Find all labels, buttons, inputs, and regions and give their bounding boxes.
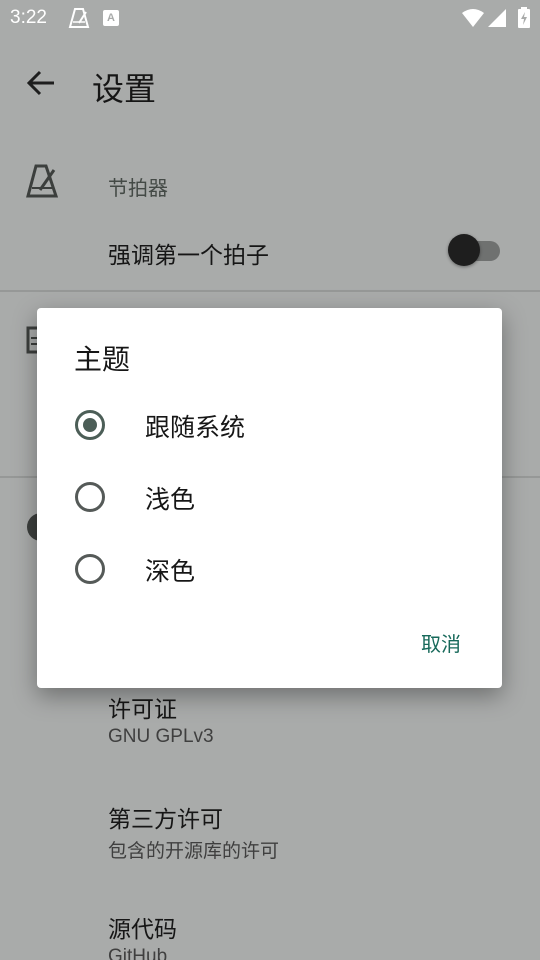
- radio-dot: [83, 418, 97, 432]
- pref-source-code[interactable]: 源代码 GitHub: [0, 908, 540, 960]
- accent-first-beat-switch[interactable]: [448, 234, 500, 266]
- pref-third-party-licenses[interactable]: 第三方许可 包含的开源库的许可: [0, 798, 540, 878]
- radio-button-checked[interactable]: [75, 410, 105, 440]
- status-bar: 3:22 A: [0, 0, 540, 36]
- status-time: 3:22: [10, 7, 47, 28]
- theme-option-label: 跟随系统: [145, 413, 246, 442]
- pref-source-code-title: 源代码: [108, 917, 177, 943]
- pref-license-title: 许可证: [108, 697, 177, 723]
- theme-option-label: 浅色: [145, 485, 196, 514]
- switch-thumb: [448, 234, 480, 266]
- font-icon: A: [103, 10, 119, 26]
- back-arrow-icon[interactable]: [26, 68, 56, 98]
- theme-option-dark[interactable]: 深色: [37, 532, 502, 604]
- pref-source-code-summary: GitHub: [108, 946, 168, 960]
- battery-icon: [518, 7, 530, 28]
- pref-license[interactable]: 许可证 GNU GPLv3: [0, 688, 540, 768]
- page-title: 设置: [92, 70, 157, 108]
- metronome-notification-icon: [68, 8, 90, 28]
- pref-license-summary: GNU GPLv3: [108, 726, 214, 747]
- pref-third-party-summary: 包含的开源库的许可: [108, 841, 280, 862]
- font-icon-letter: A: [107, 12, 115, 24]
- theme-option-light[interactable]: 浅色: [37, 460, 502, 532]
- cancel-button[interactable]: 取消: [401, 622, 481, 666]
- pref-third-party-title: 第三方许可: [108, 807, 223, 833]
- theme-dialog: 主题 跟随系统 浅色 深色 取消: [37, 308, 502, 688]
- wifi-icon: [462, 9, 484, 27]
- app-bar: 设置: [0, 36, 540, 132]
- theme-option-system[interactable]: 跟随系统: [37, 388, 502, 460]
- divider: [0, 290, 540, 292]
- metronome-icon: [26, 164, 58, 198]
- pref-accent-first-beat-label: 强调第一个拍子: [108, 243, 269, 269]
- radio-button[interactable]: [75, 554, 105, 584]
- radio-button[interactable]: [75, 482, 105, 512]
- category-title-metronome: 节拍器: [108, 176, 168, 200]
- dialog-title: 主题: [74, 343, 131, 376]
- signal-icon: [488, 9, 506, 27]
- theme-option-label: 深色: [145, 557, 196, 586]
